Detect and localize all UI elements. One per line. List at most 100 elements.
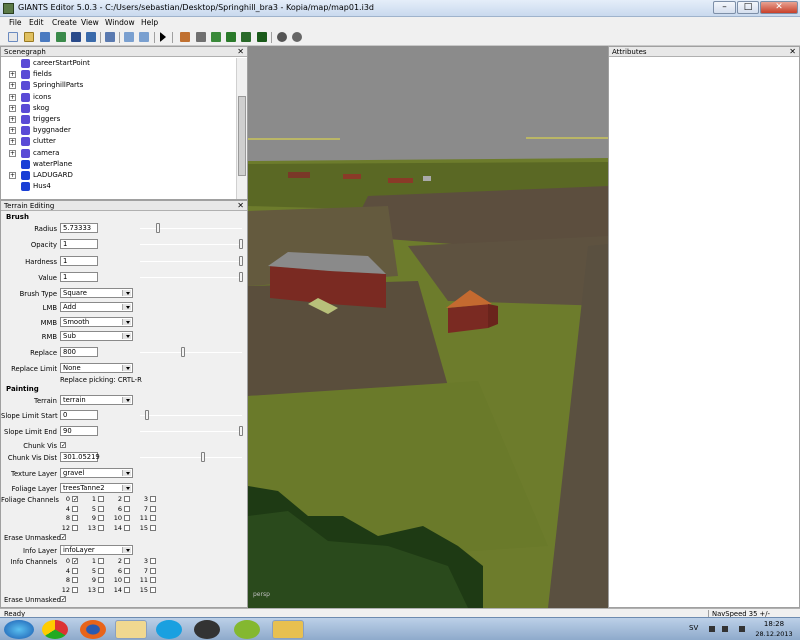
terrain-paint-icon[interactable] (226, 32, 236, 42)
tree-item[interactable]: Hus4 (1, 181, 235, 192)
lmb-select[interactable]: Add (60, 302, 133, 312)
close-button[interactable]: ✕ (760, 1, 798, 14)
expand-icon[interactable]: + (9, 172, 16, 179)
tree-item[interactable]: + LADUGARD (1, 170, 235, 181)
export-icon[interactable] (56, 32, 66, 42)
slope-limit-end-slider[interactable] (140, 426, 243, 436)
tree-item[interactable]: + triggers (1, 114, 235, 125)
foliage-channel-checkbox[interactable] (150, 496, 156, 502)
radius-input[interactable]: 5.73333 (60, 223, 98, 233)
replace-slider[interactable] (140, 347, 242, 357)
menu-window[interactable]: Window (105, 18, 135, 27)
chunk-vis-dist-input[interactable]: 301.05219 (60, 452, 100, 462)
value-slider-thumb[interactable] (239, 272, 243, 282)
expand-icon[interactable]: + (9, 93, 16, 101)
chunk-vis-dist-slider-thumb[interactable] (201, 452, 205, 462)
hardness-slider-thumb[interactable] (239, 256, 243, 266)
radius-slider[interactable] (140, 223, 242, 233)
info-channel-checkbox[interactable] (98, 567, 104, 574)
foliage-channel-checkbox[interactable] (98, 496, 104, 502)
replace-slider-thumb[interactable] (181, 347, 185, 357)
volume-icon[interactable] (739, 626, 745, 632)
rotate-left-icon[interactable] (124, 32, 134, 42)
info-channel-checkbox[interactable]: ✓ (72, 558, 78, 565)
info-channel-checkbox[interactable] (98, 586, 104, 593)
gear-icon[interactable] (277, 32, 287, 42)
maximize-button[interactable]: □ (737, 1, 759, 14)
expand-icon[interactable]: + (9, 149, 16, 157)
clock-date[interactable]: 28.12.2013 (752, 630, 796, 638)
foliage-channel-checkbox[interactable] (72, 515, 78, 521)
play-icon[interactable] (160, 32, 166, 42)
replace-limit-select[interactable]: None (60, 363, 133, 373)
info-channel-checkbox[interactable] (98, 577, 104, 583)
attributes-close-button[interactable]: ✕ (789, 47, 796, 57)
foliage-channel-checkbox[interactable] (72, 505, 78, 512)
tree-paint-icon[interactable] (257, 32, 267, 42)
new-file-icon[interactable] (8, 32, 18, 42)
save-as-icon[interactable] (86, 32, 96, 42)
radius-slider-thumb[interactable] (156, 223, 160, 233)
brush-type-select[interactable]: Square (60, 288, 133, 298)
open-file-icon[interactable] (24, 32, 34, 42)
info-channel-checkbox[interactable] (124, 586, 130, 593)
expand-icon[interactable]: + (9, 127, 16, 135)
menu-view[interactable]: View (81, 18, 99, 27)
info-layer-select[interactable]: infoLayer (60, 545, 133, 555)
mmb-select[interactable]: Smooth (60, 317, 133, 327)
value-input[interactable]: 1 (60, 272, 98, 282)
hardness-input[interactable]: 1 (60, 256, 98, 266)
menu-edit[interactable]: Edit (29, 18, 44, 27)
chrome-icon[interactable] (42, 620, 68, 639)
info-channel-checkbox[interactable] (150, 577, 156, 583)
foliage-channel-checkbox[interactable] (124, 496, 130, 502)
expand-icon[interactable]: + (9, 138, 16, 146)
info-channel-checkbox[interactable] (124, 558, 130, 564)
tree-item[interactable]: careerStartPoint (1, 58, 235, 69)
foliage-channel-checkbox[interactable] (124, 505, 130, 512)
foliage-channel-checkbox[interactable] (72, 524, 78, 531)
chunk-vis-dist-slider[interactable] (140, 452, 242, 462)
steam-icon[interactable] (194, 620, 220, 639)
terrain-select[interactable]: terrain (60, 395, 133, 405)
tree-item[interactable]: + skog (1, 103, 235, 114)
undo-icon[interactable] (105, 32, 115, 42)
spotify-icon[interactable] (234, 620, 260, 639)
explorer-icon[interactable] (115, 620, 147, 639)
terrain-close-button[interactable]: ✕ (237, 201, 244, 211)
giants-editor-icon[interactable] (272, 620, 304, 639)
settings-icon[interactable] (292, 32, 302, 42)
expand-icon[interactable]: + (9, 116, 16, 123)
foliage-channel-checkbox[interactable] (98, 505, 104, 512)
scenegraph-scrollbar[interactable] (236, 58, 247, 199)
menu-create[interactable]: Create (52, 18, 77, 27)
chunk-vis-checkbox[interactable]: ✓ (60, 442, 66, 449)
replace-input[interactable]: 800 (60, 347, 98, 357)
foliage-layer-select[interactable]: treesTanne2 (60, 483, 133, 493)
menu-help[interactable]: Help (141, 18, 158, 27)
import-icon[interactable] (40, 32, 50, 42)
info-channel-checkbox[interactable] (150, 567, 156, 574)
foliage-channel-checkbox[interactable] (124, 524, 130, 531)
magnet-icon[interactable] (196, 32, 206, 42)
scroll-thumb[interactable] (238, 96, 246, 176)
slope-limit-start-slider[interactable] (140, 410, 242, 420)
tree-item[interactable]: waterPlane (1, 159, 235, 170)
foliage-channel-checkbox[interactable] (150, 515, 156, 521)
slope-end-slider-thumb[interactable] (239, 426, 243, 436)
tree-item[interactable]: + SpringhillParts (1, 80, 235, 91)
foliage-channel-checkbox[interactable] (98, 515, 104, 521)
foliage-channel-checkbox[interactable] (150, 524, 156, 531)
skype-icon[interactable] (156, 620, 182, 639)
foliage-channel-checkbox[interactable] (98, 524, 104, 531)
3d-viewport[interactable]: persp (248, 46, 608, 608)
hardness-slider[interactable] (140, 256, 243, 266)
menu-file[interactable]: File (9, 18, 22, 27)
texture-layer-select[interactable]: gravel (60, 468, 133, 478)
slope-start-slider-thumb[interactable] (145, 410, 149, 420)
slope-limit-start-input[interactable]: 0 (60, 410, 98, 420)
tree-item[interactable]: + icons (1, 92, 235, 103)
expand-icon[interactable]: + (9, 82, 16, 90)
info-channel-checkbox[interactable] (98, 558, 104, 564)
expand-icon[interactable]: + (9, 104, 16, 112)
